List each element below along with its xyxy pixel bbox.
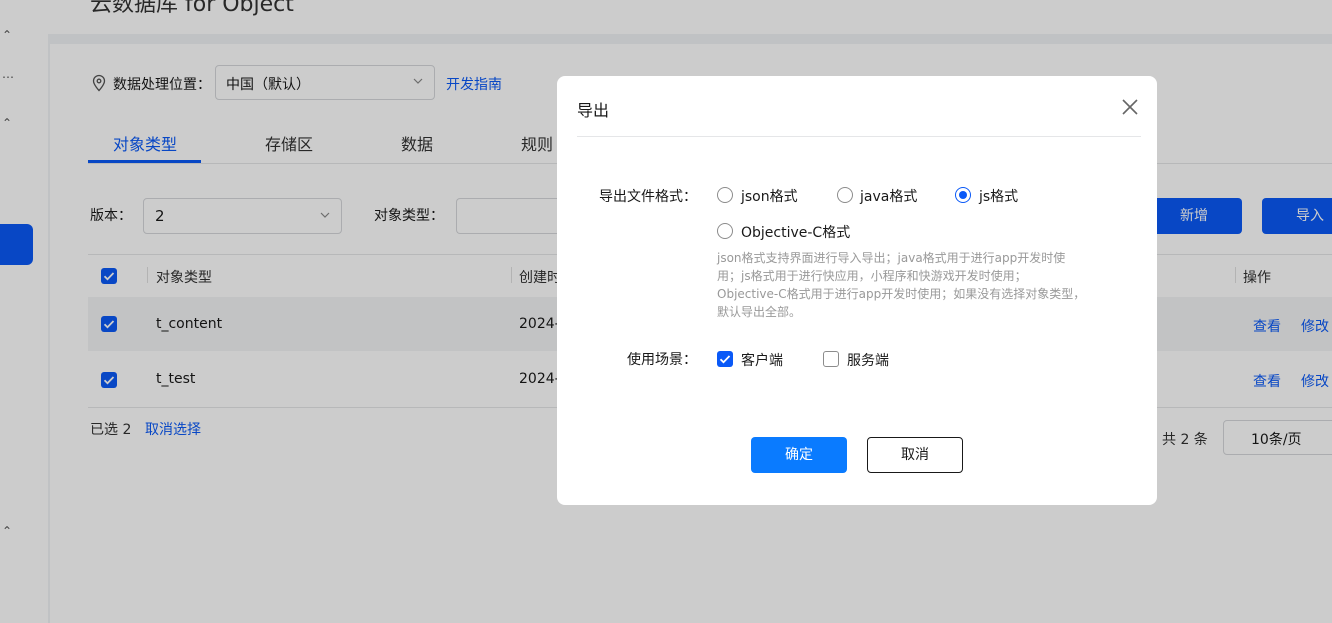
hint-line: Objective-C格式用于进行app开发时使用；如果没有选择对象类型，	[717, 287, 1086, 301]
hint-line: json格式支持界面进行导入导出；java格式用于进行app开发时使	[717, 251, 1066, 265]
checkbox-client[interactable]	[717, 351, 733, 367]
checkmark-icon	[719, 355, 731, 364]
format-hint: json格式支持界面进行导入导出；java格式用于进行app开发时使 用；js格…	[717, 249, 1087, 321]
dialog-divider	[577, 136, 1141, 137]
dialog-title: 导出	[577, 101, 610, 120]
checkbox-client-label[interactable]: 客户端	[741, 350, 783, 370]
format-label: 导出文件格式：	[599, 189, 697, 205]
hint-line: 用；js格式用于进行快应用，小程序和快游戏开发时使用；	[717, 269, 1027, 283]
checkbox-server-label[interactable]: 服务端	[847, 350, 889, 370]
checkbox-server[interactable]	[823, 351, 839, 367]
radio-java[interactable]	[837, 187, 853, 203]
radio-js[interactable]	[955, 187, 971, 203]
radio-objective-c[interactable]	[717, 223, 733, 239]
radio-objective-c-label[interactable]: Objective-C格式	[741, 222, 850, 242]
hint-line: 默认导出全部。	[717, 305, 802, 319]
export-dialog: 导出 导出文件格式： json格式 java格式 js格式 Objective-…	[557, 76, 1157, 505]
close-icon[interactable]	[1120, 97, 1140, 117]
radio-js-label[interactable]: js格式	[979, 186, 1018, 206]
scene-label: 使用场景：	[627, 352, 697, 368]
confirm-button[interactable]: 确定	[751, 437, 847, 473]
cancel-button[interactable]: 取消	[867, 437, 963, 473]
radio-json-label[interactable]: json格式	[741, 186, 798, 206]
radio-json[interactable]	[717, 187, 733, 203]
radio-java-label[interactable]: java格式	[860, 186, 917, 206]
